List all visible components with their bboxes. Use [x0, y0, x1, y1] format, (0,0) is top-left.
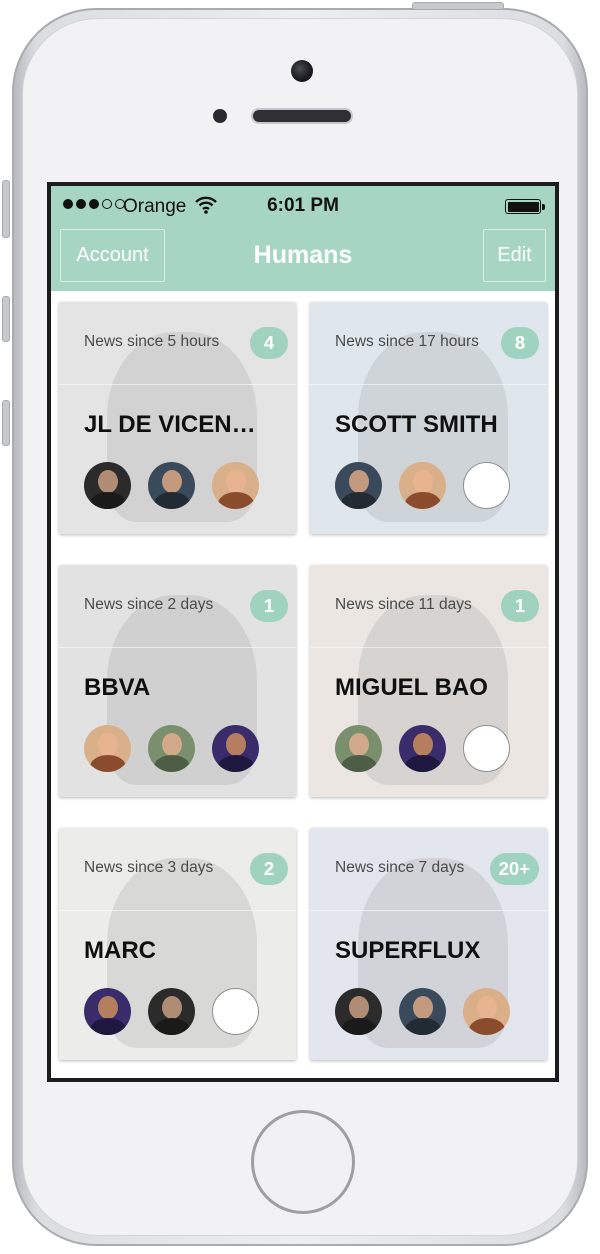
contact-name: BBVA [84, 674, 151, 701]
avatar[interactable] [399, 462, 446, 509]
status-bar: Orange 6:01 PM [51, 186, 555, 226]
volume-down-button [2, 400, 10, 446]
avatar[interactable] [399, 988, 446, 1035]
news-since-label: News since 5 hours [84, 333, 220, 350]
avatar-row [335, 988, 510, 1035]
news-count-badge: 4 [250, 327, 288, 359]
card-divider [59, 384, 296, 385]
avatar[interactable] [84, 988, 131, 1035]
card-divider [59, 647, 296, 648]
clock: 6:01 PM [267, 195, 339, 216]
home-button[interactable] [251, 1110, 355, 1214]
avatar[interactable] [463, 988, 510, 1035]
news-count-badge: 1 [250, 590, 288, 622]
card-divider [59, 910, 296, 911]
power-button [412, 2, 504, 10]
avatar-row [84, 725, 259, 772]
proximity-sensor [213, 109, 227, 123]
empty-avatar-slot[interactable] [212, 988, 259, 1035]
contact-card[interactable]: News since 5 hours 4 JL DE VICEN… [59, 302, 296, 534]
top-bar: Orange 6:01 PM Account Humans Edit [51, 186, 555, 291]
contact-card[interactable]: News since 7 days 20+ SUPERFLUX [310, 828, 547, 1060]
avatar[interactable] [335, 462, 382, 509]
news-since-label: News since 3 days [84, 859, 214, 876]
news-count-badge: 8 [501, 327, 539, 359]
page-title: Humans [253, 241, 353, 269]
contact-name: JL DE VICEN… [84, 411, 256, 438]
news-since-label: News since 7 days [335, 859, 465, 876]
contact-card[interactable]: News since 11 days 1 MIGUEL BAO [310, 565, 547, 797]
contact-name: MIGUEL BAO [335, 674, 488, 701]
contact-card[interactable]: News since 2 days 1 BBVA [59, 565, 296, 797]
front-camera [291, 60, 313, 82]
avatar[interactable] [335, 988, 382, 1035]
contact-name: SUPERFLUX [335, 937, 481, 964]
avatar[interactable] [84, 462, 131, 509]
contact-card[interactable]: News since 3 days 2 MARC [59, 828, 296, 1060]
earpiece-speaker [251, 108, 353, 124]
avatar[interactable] [212, 462, 259, 509]
news-since-label: News since 11 days [335, 596, 472, 613]
card-divider [310, 384, 547, 385]
empty-avatar-slot[interactable] [463, 462, 510, 509]
news-since-label: News since 17 hours [335, 333, 479, 350]
avatar[interactable] [399, 725, 446, 772]
avatar[interactable] [335, 725, 382, 772]
avatar-row [335, 725, 510, 772]
card-divider [310, 910, 547, 911]
avatar[interactable] [84, 725, 131, 772]
mute-switch [2, 180, 10, 238]
news-since-label: News since 2 days [84, 596, 214, 613]
contact-name: MARC [84, 937, 156, 964]
avatar[interactable] [148, 462, 195, 509]
avatar-row [335, 462, 510, 509]
contact-card[interactable]: News since 17 hours 8 SCOTT SMITH [310, 302, 547, 534]
volume-up-button [2, 296, 10, 342]
battery-icon [505, 199, 545, 214]
edit-button[interactable]: Edit [483, 229, 546, 282]
news-count-badge: 2 [250, 853, 288, 885]
avatar-row [84, 462, 259, 509]
avatar[interactable] [212, 725, 259, 772]
news-count-badge: 1 [501, 590, 539, 622]
avatar[interactable] [148, 725, 195, 772]
avatar[interactable] [148, 988, 195, 1035]
empty-avatar-slot[interactable] [463, 725, 510, 772]
app-screen: Orange 6:01 PM Account Humans Edit News … [47, 182, 559, 1082]
avatar-row [84, 988, 259, 1035]
news-count-badge: 20+ [489, 853, 539, 885]
contact-name: SCOTT SMITH [335, 411, 498, 438]
card-divider [310, 647, 547, 648]
